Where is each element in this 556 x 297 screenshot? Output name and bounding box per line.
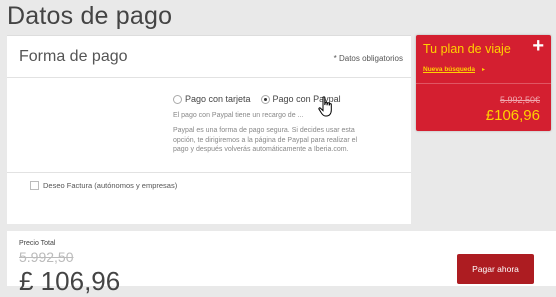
travel-plan-title: Tu plan de viaje [423, 42, 511, 56]
radio-checked-icon[interactable] [260, 94, 270, 104]
payment-method-card: Forma de pago * Datos obligatorios Pago … [7, 35, 411, 224]
divider [7, 172, 411, 173]
invoice-label: Deseo Factura (autónomos y empresas) [43, 181, 178, 190]
plan-old-price: 5.992,50€ [499, 95, 540, 105]
paypal-info-line: opción, te dirigiremos a la página de Pa… [173, 136, 358, 144]
radio-pay-card-label: Pago con tarjeta [185, 94, 251, 104]
paypal-info-line: pago y después volverás automáticamente … [173, 146, 349, 153]
plan-price: £106,96 [485, 107, 540, 124]
invoice-checkbox[interactable] [30, 181, 39, 190]
total-price-label: Precio Total [19, 240, 56, 247]
paypal-surcharge-note: El pago con Paypal tiene un recargo de .… [173, 112, 304, 119]
page-title: Datos de pago [7, 2, 173, 30]
divider [7, 77, 411, 78]
total-price: £ 106,96 [19, 266, 121, 296]
radio-circle-icon[interactable] [173, 94, 182, 104]
pay-now-button[interactable]: Pagar ahora [457, 254, 534, 284]
arrow-right-icon: ▸ [482, 67, 486, 73]
divider [416, 83, 551, 84]
hand-cursor-icon [318, 96, 332, 117]
payment-options: Pago con tarjeta Pago con Paypal [173, 94, 341, 104]
payment-method-title: Forma de pago [19, 48, 128, 65]
required-fields-note: * Datos obligatorios [333, 54, 403, 63]
travel-plan-panel: Tu plan de viaje + Nueva búsqueda ▸ 5.99… [416, 35, 551, 131]
plus-icon[interactable]: + [532, 35, 544, 58]
paypal-info-line: Paypal es una forma de pago segura. Si d… [173, 127, 355, 134]
invoice-option[interactable]: Deseo Factura (autónomos y empresas) [30, 181, 177, 190]
new-search-link[interactable]: Nueva búsqueda [423, 66, 475, 73]
total-price-bar: Precio Total 5.992,50 £ 106,96 Pagar aho… [7, 231, 556, 296]
total-old-price: 5.992,50 [19, 249, 74, 265]
radio-pay-card[interactable]: Pago con tarjeta [173, 94, 251, 104]
